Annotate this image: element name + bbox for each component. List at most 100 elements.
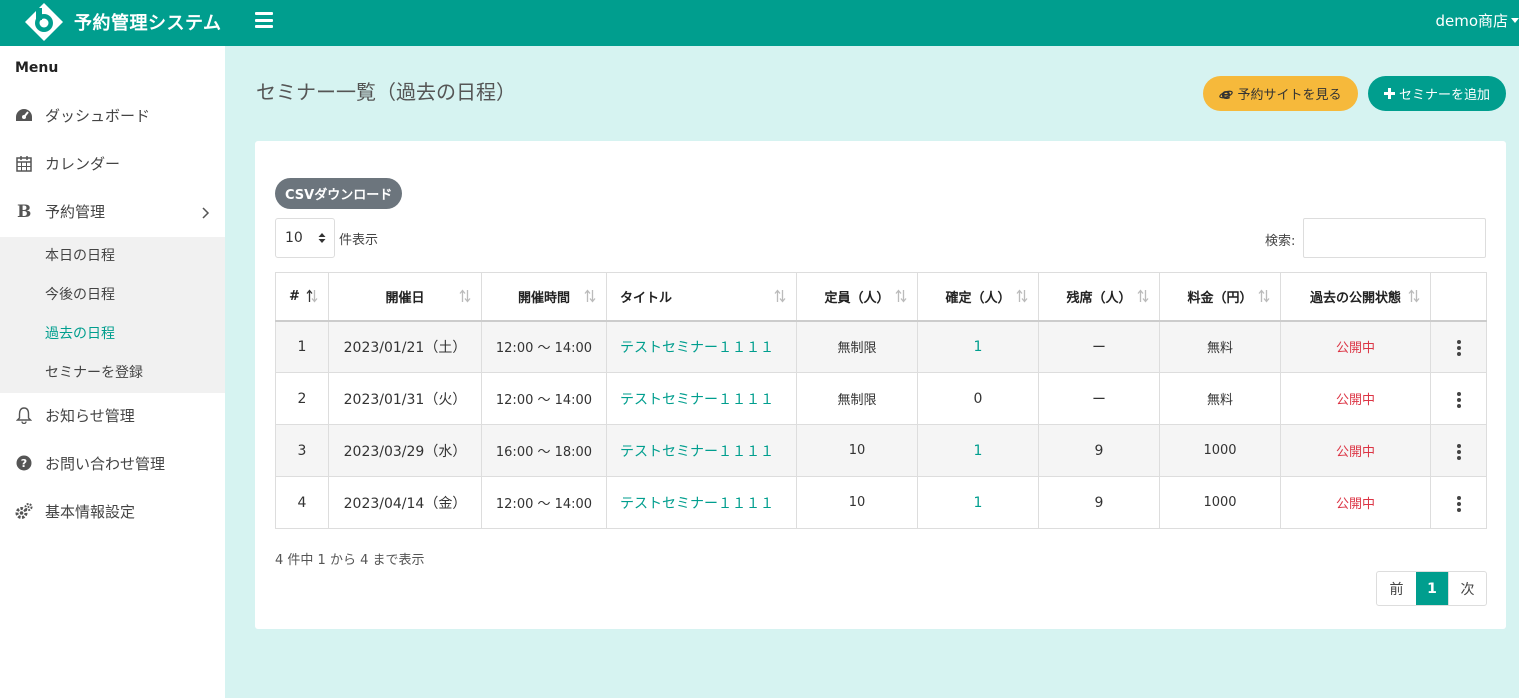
cell-time: 12:00 〜 14:00 bbox=[481, 320, 607, 373]
status-badge: 公開中 bbox=[1280, 320, 1431, 373]
confirmed-count-link[interactable]: 1 bbox=[917, 320, 1039, 373]
seminar-title-link[interactable]: テストセミナー１１１１ bbox=[606, 476, 797, 529]
status-badge: 公開中 bbox=[1280, 476, 1431, 529]
column-header-remaining[interactable]: 残席（人） bbox=[1038, 272, 1160, 322]
column-header-date[interactable]: 開催日 bbox=[328, 272, 482, 322]
sort-icon bbox=[1016, 289, 1028, 307]
sidebar-item-calendar[interactable]: カレンダー bbox=[0, 143, 225, 183]
brand-logo-icon bbox=[25, 3, 63, 41]
add-seminar-button[interactable]: セミナーを追加 bbox=[1368, 76, 1506, 111]
seminar-title-link[interactable]: テストセミナー１１１１ bbox=[606, 372, 797, 425]
user-menu[interactable]: demo商店 bbox=[1435, 10, 1519, 31]
csv-download-button[interactable]: CSVダウンロード bbox=[275, 178, 403, 209]
table-header-row: # 開催日 開催時間 タイトル 定員（人） 確定（人） 残席（人） 料金（円） … bbox=[275, 272, 1487, 322]
pagination-next-button[interactable]: 次 bbox=[1448, 572, 1486, 605]
menu-heading: Menu bbox=[15, 60, 59, 76]
column-header-time[interactable]: 開催時間 bbox=[481, 272, 607, 322]
reservation-submenu: 本日の日程 今後の日程 過去の日程 セミナーを登録 bbox=[0, 237, 225, 393]
kebab-menu-icon[interactable] bbox=[1451, 387, 1467, 413]
confirmed-count-link[interactable]: 1 bbox=[917, 424, 1039, 477]
question-circle-icon: ? bbox=[15, 454, 33, 472]
column-header-number[interactable]: # bbox=[275, 272, 329, 322]
sidebar-item-dashboard[interactable]: ダッシュボード bbox=[0, 95, 225, 135]
bell-icon bbox=[15, 406, 33, 424]
chevron-right-icon bbox=[202, 205, 210, 223]
table-info: 4 件中 1 から 4 まで表示 bbox=[275, 553, 425, 568]
column-header-title[interactable]: タイトル bbox=[606, 272, 797, 322]
page-length-label: 件表示 bbox=[339, 233, 379, 248]
sort-icon bbox=[1137, 289, 1149, 307]
pagination-page-1[interactable]: 1 bbox=[1416, 572, 1448, 605]
sidebar-item-label: カレンダー bbox=[45, 154, 121, 173]
cell-capacity: 10 bbox=[796, 424, 918, 477]
tachometer-icon bbox=[15, 106, 33, 124]
column-header-fee[interactable]: 料金（円） bbox=[1159, 272, 1281, 322]
submenu-item-past[interactable]: 過去の日程 bbox=[45, 321, 115, 345]
seminar-title-link[interactable]: テストセミナー１１１１ bbox=[606, 320, 797, 373]
cell-remaining: 9 bbox=[1038, 424, 1160, 477]
kebab-menu-icon[interactable] bbox=[1451, 439, 1467, 465]
app-name: 予約管理システム bbox=[74, 13, 222, 34]
sidebar-item-notices[interactable]: お知らせ管理 bbox=[0, 395, 225, 435]
kebab-menu-icon[interactable] bbox=[1451, 335, 1467, 361]
kebab-menu-icon[interactable] bbox=[1451, 491, 1467, 517]
bold-b-icon: B bbox=[15, 202, 33, 220]
sort-icon bbox=[584, 289, 596, 307]
pagination: 前 1 次 bbox=[1376, 571, 1487, 606]
sidebar-item-reservations[interactable]: B 予約管理 bbox=[0, 191, 225, 231]
view-reservation-site-label: 予約サイトを見る bbox=[1237, 88, 1342, 103]
internet-explorer-icon: e bbox=[1219, 87, 1234, 101]
menu-toggle-icon[interactable] bbox=[255, 12, 273, 30]
table-row: 3 2023/03/29（水） 16:00 〜 18:00 テストセミナー１１１… bbox=[275, 424, 1487, 477]
brand[interactable]: 予約管理システム bbox=[24, 2, 221, 42]
column-header-publish-status[interactable]: 過去の公開状態 bbox=[1280, 272, 1431, 322]
plus-icon bbox=[1383, 88, 1395, 99]
status-badge: 公開中 bbox=[1280, 424, 1431, 477]
sidebar-item-label: お問い合わせ管理 bbox=[45, 454, 166, 473]
add-seminar-label: セミナーを追加 bbox=[1398, 88, 1490, 103]
search-label: 検索: bbox=[1265, 234, 1296, 249]
top-navbar: 予約管理システム demo商店 bbox=[0, 0, 1519, 46]
sort-icon bbox=[1258, 289, 1270, 307]
table-row: 1 2023/01/21（土） 12:00 〜 14:00 テストセミナー１１１… bbox=[275, 320, 1487, 373]
cell-fee: 1000 bbox=[1159, 476, 1281, 529]
sidebar-item-basic-settings[interactable]: 基本情報設定 bbox=[0, 491, 225, 531]
search-input[interactable] bbox=[1303, 218, 1486, 258]
view-reservation-site-button[interactable]: e 予約サイトを見る bbox=[1203, 76, 1358, 111]
table-row: 2 2023/01/31（火） 12:00 〜 14:00 テストセミナー１１１… bbox=[275, 372, 1487, 425]
sort-asc-icon bbox=[306, 289, 318, 307]
svg-text:e: e bbox=[1222, 87, 1232, 101]
cell-number: 4 bbox=[275, 476, 329, 529]
cell-number: 2 bbox=[275, 372, 329, 425]
column-header-actions bbox=[1430, 272, 1487, 322]
confirmed-count-link[interactable]: 1 bbox=[917, 476, 1039, 529]
cell-actions bbox=[1430, 372, 1487, 425]
cell-date: 2023/04/14（金） bbox=[328, 476, 482, 529]
cell-number: 1 bbox=[275, 320, 329, 373]
cell-date: 2023/01/31（火） bbox=[328, 372, 482, 425]
submenu-item-today[interactable]: 本日の日程 bbox=[45, 243, 115, 267]
table-row: 4 2023/04/14（金） 12:00 〜 14:00 テストセミナー１１１… bbox=[275, 476, 1487, 529]
cell-date: 2023/01/21（土） bbox=[328, 320, 482, 373]
sidebar-item-label: ダッシュボード bbox=[45, 106, 151, 125]
cell-capacity: 10 bbox=[796, 476, 918, 529]
submenu-item-upcoming[interactable]: 今後の日程 bbox=[45, 282, 115, 306]
column-header-confirmed[interactable]: 確定（人） bbox=[917, 272, 1039, 322]
cell-number: 3 bbox=[275, 424, 329, 477]
column-header-capacity[interactable]: 定員（人） bbox=[796, 272, 918, 322]
pagination-prev-button[interactable]: 前 bbox=[1377, 572, 1416, 605]
cell-date: 2023/03/29（水） bbox=[328, 424, 482, 477]
seminar-title-link[interactable]: テストセミナー１１１１ bbox=[606, 424, 797, 477]
page-length-select[interactable]: 10 bbox=[275, 218, 335, 258]
cell-time: 12:00 〜 14:00 bbox=[481, 372, 607, 425]
svg-text:?: ? bbox=[21, 457, 27, 470]
sort-icon bbox=[459, 289, 471, 307]
submenu-item-register-seminar[interactable]: セミナーを登録 bbox=[45, 360, 143, 384]
svg-text:B: B bbox=[17, 202, 31, 220]
caret-down-icon bbox=[1511, 18, 1519, 23]
cell-confirmed: 0 bbox=[917, 372, 1039, 425]
cell-actions bbox=[1430, 424, 1487, 477]
cell-remaining: ー bbox=[1038, 372, 1160, 425]
seminar-list-card: CSVダウンロード 10 件表示 検索: # 開催日 開催時間 タイトル 定員（… bbox=[255, 141, 1506, 629]
sidebar-item-inquiries[interactable]: ? お問い合わせ管理 bbox=[0, 443, 225, 483]
